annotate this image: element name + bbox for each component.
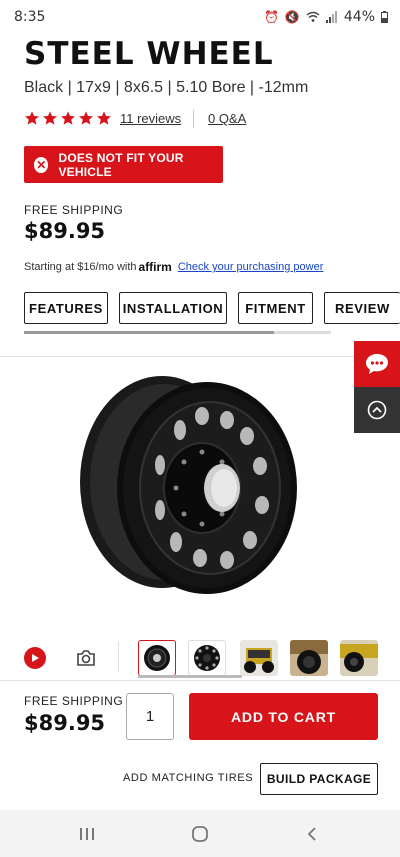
play-video-icon[interactable]	[24, 647, 46, 669]
wifi-icon	[306, 11, 320, 22]
divider	[118, 642, 119, 672]
tab-fitment[interactable]: FITMENT	[238, 292, 313, 324]
purchasing-power-link[interactable]: Check your purchasing power	[178, 261, 324, 273]
status-bar: 8:35 ⏰ 🔇 44%	[0, 0, 400, 34]
thumbnail-wheel-angle[interactable]	[138, 640, 176, 676]
star-icon	[25, 111, 39, 125]
battery-icon	[381, 11, 388, 23]
alarm-icon: ⏰	[263, 10, 279, 24]
divider	[0, 356, 400, 357]
product-image-wheel[interactable]	[72, 370, 302, 595]
mute-icon: 🔇	[284, 10, 300, 24]
back-chevron-icon	[307, 827, 316, 841]
star-icon	[43, 111, 57, 125]
battery-level: 44%	[343, 9, 375, 25]
reviews-link[interactable]: 11 reviews	[120, 111, 181, 126]
chat-button[interactable]	[354, 341, 400, 387]
scroll-to-top-button[interactable]	[354, 387, 400, 433]
divider	[193, 110, 194, 128]
free-shipping-label: FREE SHIPPING	[24, 694, 124, 708]
home-button[interactable]	[186, 820, 214, 848]
divider	[0, 680, 400, 681]
recent-apps-icon	[80, 828, 94, 840]
tab-reviews[interactable]: REVIEW	[324, 292, 400, 324]
add-to-cart-button[interactable]: ADD TO CART	[189, 693, 378, 740]
status-time: 8:35	[14, 9, 46, 25]
home-icon	[192, 826, 208, 842]
close-circle-icon: ✕	[34, 156, 49, 173]
tab-features[interactable]: FEATURES	[24, 292, 108, 324]
camera-icon[interactable]	[75, 647, 97, 669]
thumbnail-jeep-rear[interactable]	[240, 640, 278, 676]
qa-link[interactable]: 0 Q&A	[208, 111, 246, 126]
fitment-warning-banner[interactable]: ✕ DOES NOT FIT YOUR VEHICLE	[24, 146, 223, 183]
financing-line: Starting at $16/mo with affirm Check you…	[24, 260, 323, 274]
affirm-logo: affirm	[138, 260, 172, 274]
chevron-up-circle-icon	[367, 400, 387, 420]
thumbnail-wheel-front[interactable]	[188, 640, 226, 676]
star-icon	[79, 111, 93, 125]
recent-apps-button[interactable]	[74, 820, 100, 848]
star-icon	[61, 111, 75, 125]
star-icon	[97, 111, 111, 125]
thumbnail-jeep-side[interactable]	[340, 640, 378, 676]
chat-bubble-icon	[366, 354, 388, 374]
purchase-price: $89.95	[24, 711, 106, 735]
thumbnail-wheel-on-vehicle[interactable]	[290, 640, 328, 676]
status-icons: ⏰ 🔇 44%	[264, 9, 388, 25]
financing-text: Starting at $16/mo with	[24, 261, 137, 273]
system-navigation-bar	[0, 810, 400, 857]
build-package-button[interactable]: BUILD PACKAGE	[260, 763, 378, 795]
signal-icon	[325, 11, 337, 23]
free-shipping-label: FREE SHIPPING	[24, 203, 124, 217]
rating-stars	[24, 110, 112, 126]
product-price: $89.95	[24, 219, 106, 243]
quantity-input[interactable]	[126, 693, 174, 740]
back-button[interactable]	[300, 820, 324, 848]
tab-installation[interactable]: INSTALLATION	[119, 292, 227, 324]
tabs-scrollbar-thumb[interactable]	[24, 331, 274, 334]
fitment-warning-text: DOES NOT FIT YOUR VEHICLE	[58, 150, 184, 179]
thumbnails-scrollbar[interactable]	[138, 675, 242, 678]
product-title: STEEL WHEEL	[24, 36, 274, 72]
add-matching-tires-label: ADD MATCHING TIRES	[123, 772, 254, 784]
product-specs: Black | 17x9 | 8x6.5 | 5.10 Bore | -12mm	[24, 79, 309, 96]
